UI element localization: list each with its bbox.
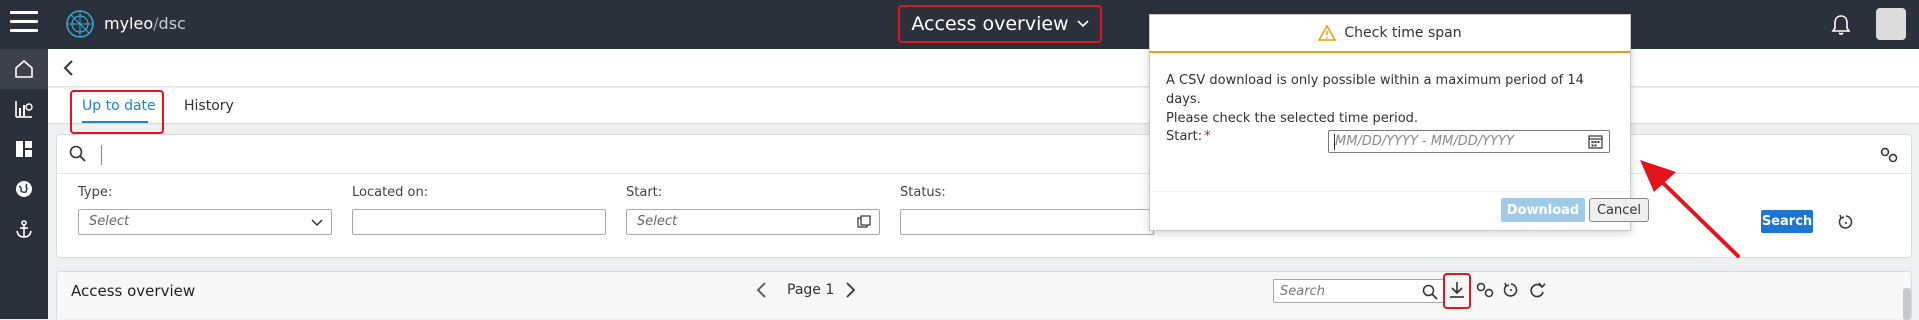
access-overview-grid: Access overview Page 1 Search [56,271,1912,320]
search-icon [1422,284,1438,300]
logo-icon [66,10,94,38]
filter-panel: Type: Select Located on: Start: Select S… [56,134,1913,258]
grid-title: Access overview [71,282,196,300]
dialog-message-line-2: Please check the selected time period. [1166,111,1419,126]
dashboard-icon [16,141,32,157]
dialog-start-label: Start: * [1166,129,1211,144]
top-bar: myleo/dsc Access overview [0,0,1919,49]
dialog-message: A CSV download is only possible within a… [1166,71,1616,128]
cancel-button[interactable]: Cancel [1589,198,1649,222]
tab-bar: Up to date History [48,88,1919,134]
next-page-icon[interactable] [843,280,857,300]
sidebar-item-dashboard[interactable] [0,129,48,169]
filter-search-input[interactable] [101,145,102,165]
located-on-input[interactable] [352,209,606,235]
back-row [48,49,1919,87]
sidebar-item-globe[interactable] [0,169,48,209]
status-label: Status: [900,185,946,200]
chevron-down-icon [1077,20,1089,28]
sidebar-item-anchor[interactable] [0,209,48,249]
main-content: Up to date History Type: Select Located … [48,49,1919,320]
back-arrow-icon[interactable] [62,58,76,78]
type-label: Type: [78,185,113,200]
check-time-span-dialog: Check time span A CSV download is only p… [1149,14,1649,231]
grid-search-input[interactable]: Search [1273,279,1445,303]
grid-settings-icon[interactable] [1475,279,1495,301]
sidebar-item-reports[interactable] [0,89,48,129]
tab-history[interactable]: History [184,98,234,114]
type-select[interactable]: Select [78,209,332,235]
download-button[interactable]: Download [1501,198,1585,222]
refresh-icon[interactable] [1527,279,1547,301]
active-tab-indicator [82,121,148,123]
chart-settings-icon [15,101,33,118]
history-reset-icon[interactable] [1501,279,1521,301]
home-icon [15,59,33,78]
grid-search-placeholder: Search [1280,284,1325,299]
reset-icon[interactable] [1837,213,1855,231]
hamburger-menu-icon[interactable] [10,11,38,35]
date-range-placeholder: MM/DD/YYYY - MM/DD/YYYY [1335,134,1514,149]
date-range-input[interactable]: MM/DD/YYYY - MM/DD/YYYY [1328,130,1610,153]
dialog-message-line-1: A CSV download is only possible within a… [1166,73,1584,107]
warning-icon [1318,25,1337,41]
tab-up-to-date[interactable]: Up to date [82,98,156,114]
required-marker: * [1204,129,1211,144]
status-input[interactable] [900,209,1154,235]
search-icon [69,145,86,162]
anchor-icon [16,220,32,238]
divider [57,173,1913,174]
page-title-dropdown[interactable]: Access overview [898,5,1102,43]
sidebar [0,49,48,319]
download-icon[interactable] [1447,279,1467,301]
calendar-icon[interactable] [1588,134,1603,149]
user-avatar[interactable] [1876,8,1906,40]
sidebar-item-home[interactable] [0,49,48,89]
located-on-label: Located on: [352,185,429,200]
date-picker-icon[interactable] [857,215,871,229]
grid-scrollbar[interactable] [1903,288,1911,320]
brand-name: myleo/dsc [104,14,186,33]
dialog-title: Check time span [1344,25,1462,41]
divider [1150,191,1630,192]
page-indicator: Page 1 [787,282,835,298]
notification-bell-icon[interactable] [1830,14,1852,36]
filter-settings-icon[interactable] [1879,145,1899,165]
text-caret [1334,134,1335,150]
start-date-value: Select [637,214,678,229]
start-label-text: Start: [1166,129,1203,144]
previous-page-icon[interactable] [755,280,769,300]
start-label: Start: [626,185,663,200]
start-date-input[interactable]: Select [626,209,880,235]
type-select-value: Select [89,214,130,229]
search-button[interactable]: Search [1761,210,1813,233]
dialog-header: Check time span [1150,15,1630,53]
globe-icon [16,181,32,197]
chevron-down-icon [311,219,323,227]
page-title: Access overview [911,13,1069,35]
